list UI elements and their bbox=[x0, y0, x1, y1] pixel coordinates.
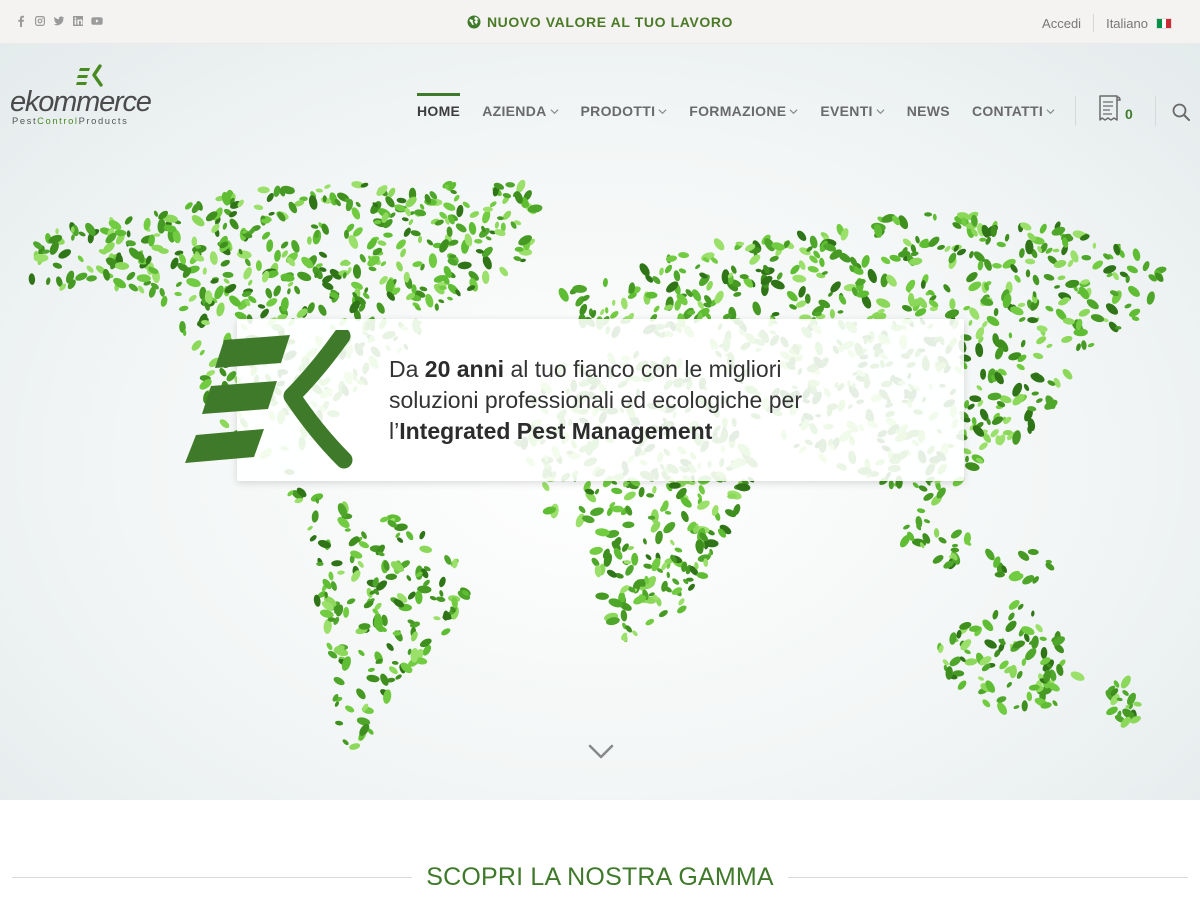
hero-line-1: Da 20 anni al tuo fianco con le migliori bbox=[389, 354, 949, 385]
divider bbox=[1093, 14, 1095, 32]
top-bar: NUOVO VALORE AL TUO LAVORO Accedi Italia… bbox=[0, 0, 1200, 44]
chevron-down-icon bbox=[876, 108, 885, 114]
logo-subtitle: PestControlProducts bbox=[12, 115, 128, 126]
italy-flag-icon[interactable] bbox=[1156, 17, 1172, 29]
divider bbox=[1155, 96, 1156, 126]
globe-icon bbox=[467, 15, 481, 29]
tagline-text: NUOVO VALORE AL TUO LAVORO bbox=[486, 14, 734, 30]
logo-sub-control: Control bbox=[37, 115, 79, 126]
account-language: Accedi Italiano bbox=[1042, 14, 1172, 32]
nav-item-label: FORMAZIONE bbox=[689, 103, 787, 119]
nav-item-azienda[interactable]: AZIENDA bbox=[482, 102, 559, 120]
nav-item-prodotti[interactable]: PRODOTTI bbox=[581, 102, 668, 120]
scroll-down-chevron-icon[interactable] bbox=[588, 744, 614, 760]
chevron-down-icon bbox=[550, 108, 559, 114]
nav-item-label: PRODOTTI bbox=[580, 103, 656, 119]
main-navigation: HOME AZIENDA PRODOTTI FORMAZIONE EVENTI NEWS C… bbox=[417, 93, 1077, 120]
section-title: SCOPRI LA NOSTRA GAMMA bbox=[426, 863, 774, 891]
hero-highlight: Integrated Pest Management bbox=[399, 418, 713, 444]
nav-item-formazione[interactable]: FORMAZIONE bbox=[689, 102, 798, 120]
cart-count[interactable]: 0 bbox=[1125, 106, 1133, 122]
hero-text: al tuo fianco con le migliori bbox=[504, 356, 782, 382]
tagline: NUOVO VALORE AL TUO LAVORO bbox=[0, 14, 1200, 30]
logo-sub-products: Products bbox=[78, 115, 129, 126]
chevron-down-icon bbox=[1046, 108, 1055, 114]
nav-item-label: CONTATTI bbox=[971, 103, 1044, 119]
login-link[interactable]: Accedi bbox=[1042, 16, 1081, 31]
logo-mark-icon bbox=[76, 64, 103, 87]
nav-item-home[interactable]: HOME bbox=[417, 93, 461, 120]
nav-item-eventi[interactable]: EVENTI bbox=[820, 102, 885, 120]
chevron-down-icon bbox=[789, 108, 798, 114]
chevron-down-icon bbox=[658, 108, 667, 114]
nav-item-news[interactable]: NEWS bbox=[907, 102, 950, 120]
hero-text: l’ bbox=[389, 418, 400, 444]
logo-sub-pest: Pest bbox=[12, 115, 38, 126]
nav-item-label: NEWS bbox=[906, 103, 950, 119]
nav-item-contatti[interactable]: CONTATTI bbox=[972, 102, 1055, 120]
divider bbox=[1075, 96, 1076, 126]
cart-receipt-icon[interactable] bbox=[1097, 94, 1123, 124]
hero-headline: Da 20 anni al tuo fianco con le migliori… bbox=[389, 354, 949, 447]
nav-item-label: AZIENDA bbox=[482, 103, 547, 119]
nav-item-label: HOME bbox=[417, 103, 461, 119]
hero-line-2: soluzioni professionali ed ecologiche pe… bbox=[389, 387, 802, 413]
hero-line-3: l’Integrated Pest Management bbox=[389, 416, 949, 447]
language-selector[interactable]: Italiano bbox=[1106, 16, 1148, 31]
hero-text: Da bbox=[389, 356, 425, 382]
hero-highlight: 20 anni bbox=[424, 356, 505, 382]
nav-item-label: EVENTI bbox=[820, 103, 873, 119]
search-icon[interactable] bbox=[1172, 103, 1190, 121]
site-logo[interactable]: ekommerce PestControlProducts bbox=[10, 64, 180, 126]
ek-logo-mark-icon bbox=[185, 330, 353, 469]
